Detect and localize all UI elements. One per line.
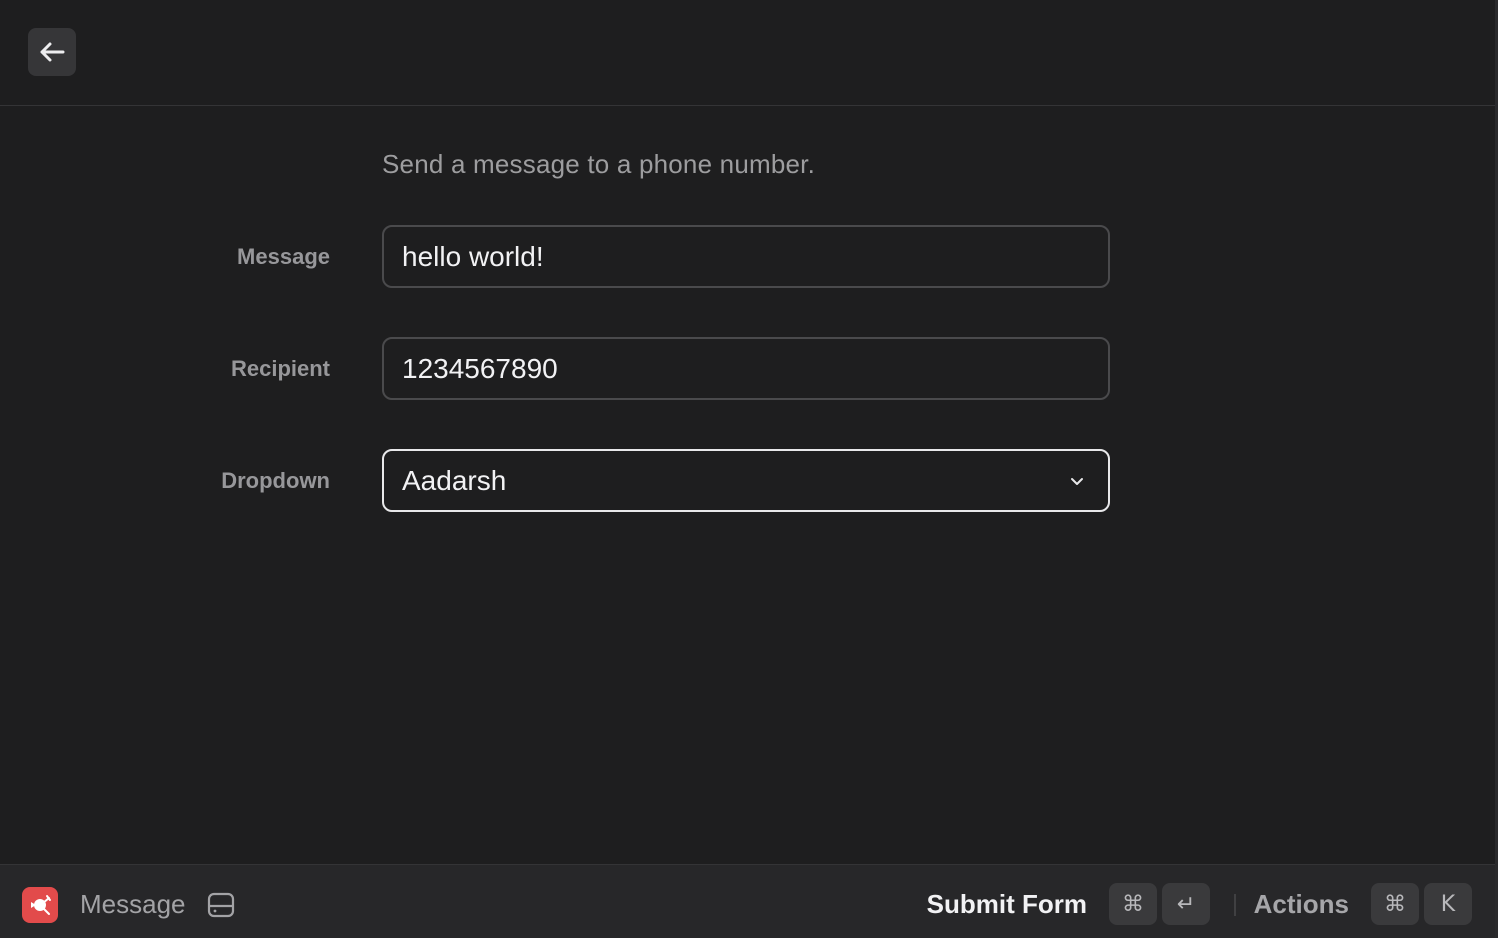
- command-title: Message: [80, 889, 186, 919]
- dropdown-label: Dropdown: [221, 468, 330, 493]
- return-key-icon: ↵: [1162, 883, 1210, 925]
- actions-button[interactable]: Actions: [1254, 889, 1349, 920]
- message-field[interactable]: hello world!: [382, 225, 1110, 288]
- message-label: Message: [237, 244, 330, 269]
- dropdown-value: Aadarsh: [402, 464, 507, 496]
- header-bar: [0, 0, 1495, 106]
- dropdown-select[interactable]: Aadarsh: [382, 449, 1110, 512]
- command-key-icon: ⌘: [1371, 883, 1419, 925]
- back-button[interactable]: [28, 28, 76, 76]
- recipient-value: 1234567890: [402, 352, 558, 384]
- extension-window: Send a message to a phone number. Messag…: [0, 0, 1498, 938]
- app-icon: [22, 887, 58, 923]
- recipient-label: Recipient: [230, 356, 330, 381]
- message-value: hello world!: [402, 240, 544, 272]
- arrow-left-icon: [39, 41, 65, 63]
- footer-divider: [1234, 894, 1236, 916]
- k-key: K: [1424, 883, 1472, 925]
- chevron-down-icon: [1068, 472, 1086, 490]
- recipient-field[interactable]: 1234567890: [382, 337, 1110, 400]
- command-key-icon: ⌘: [1109, 883, 1157, 925]
- submit-form-button[interactable]: Submit Form: [927, 889, 1087, 920]
- form-description: Send a message to a phone number.: [382, 149, 816, 179]
- drive-icon: [206, 890, 236, 920]
- action-bar: Message Submit Form ⌘ ↵ Actions ⌘ K: [0, 864, 1495, 938]
